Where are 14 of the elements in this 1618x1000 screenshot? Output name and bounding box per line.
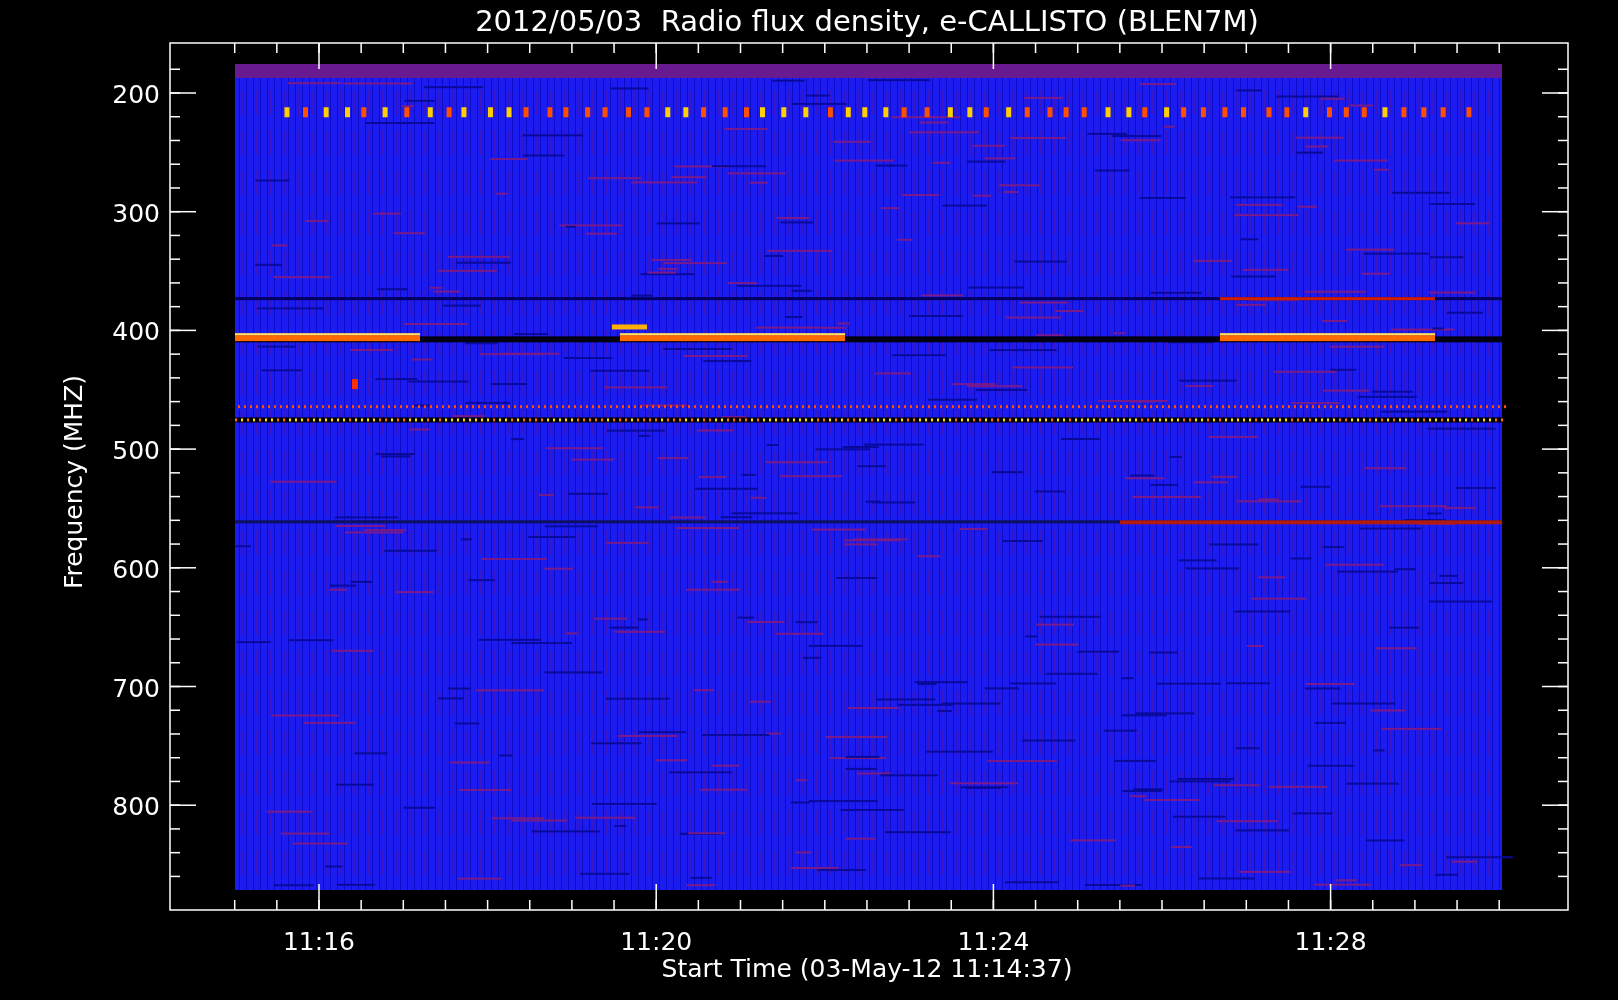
- x-axis-label: Start Time (03-May-12 11:14:37): [661, 954, 1073, 983]
- y-axis-label: Frequency (MHZ): [59, 374, 88, 590]
- y-tick-label: 400: [112, 317, 160, 347]
- chart-title: 2012/05/03 Radio flux density, e-CALLISTO (BLEN7M): [475, 4, 1259, 38]
- x-tick-label: 11:24: [957, 927, 1030, 956]
- x-tick-label: 11:28: [1294, 927, 1367, 956]
- y-tick-label: 200: [112, 80, 160, 109]
- y-tick-label: 700: [112, 673, 160, 703]
- y-tick-label: 300: [112, 198, 160, 228]
- x-tick-label: 11:20: [620, 927, 693, 956]
- y-tick-label: 500: [112, 436, 160, 466]
- x-tick-label: 11:16: [283, 927, 355, 956]
- y-tick-label: 600: [112, 554, 160, 584]
- y-tick-label: 800: [112, 792, 160, 822]
